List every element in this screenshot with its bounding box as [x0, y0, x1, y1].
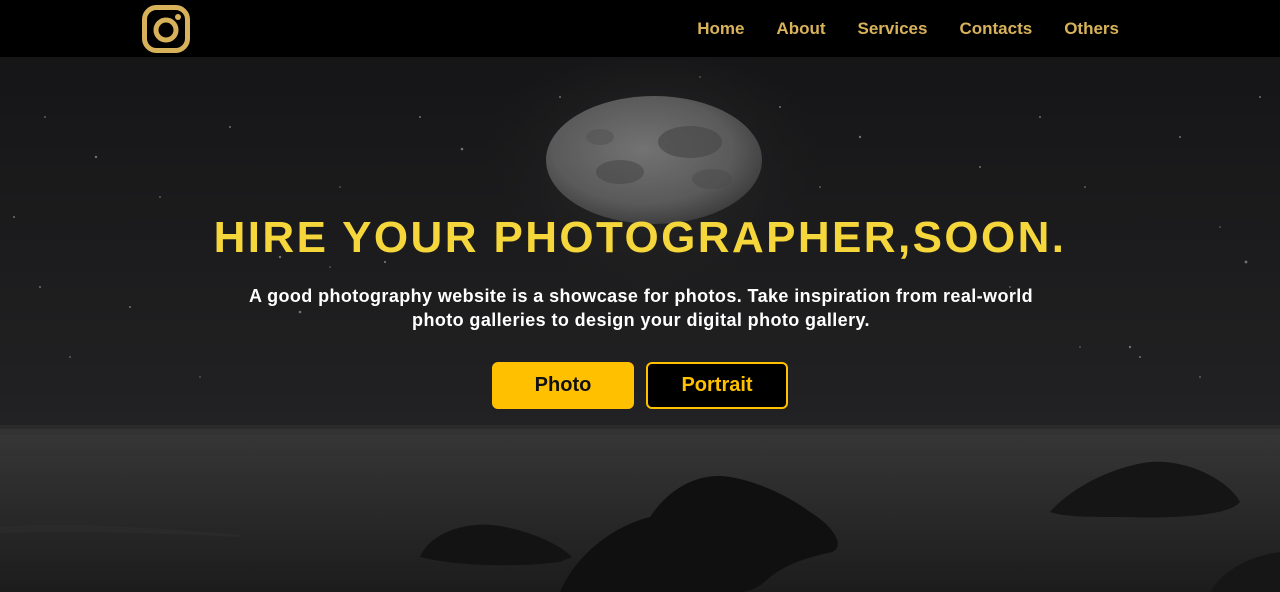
instagram-icon[interactable]: [142, 5, 190, 53]
hero-content: HIRE YOUR PHOTOGRAPHER,SOON. A good phot…: [0, 57, 1280, 592]
navbar: Home About Services Contacts Others: [0, 0, 1280, 57]
photo-button[interactable]: Photo: [492, 362, 634, 409]
nav-menu: Home About Services Contacts Others: [665, 0, 1119, 57]
hero-title: HIRE YOUR PHOTOGRAPHER,SOON.: [213, 213, 1067, 262]
nav-link-others[interactable]: Others: [1064, 19, 1119, 39]
hero-section: HIRE YOUR PHOTOGRAPHER,SOON. A good phot…: [0, 57, 1280, 592]
nav-link-contacts[interactable]: Contacts: [959, 19, 1032, 39]
nav-link-home[interactable]: Home: [697, 19, 744, 39]
hero-subtitle: A good photography website is a showcase…: [248, 286, 1034, 330]
portrait-button[interactable]: Portrait: [646, 362, 788, 409]
page: Home About Services Contacts Others HIRE…: [0, 0, 1280, 592]
nav-link-services[interactable]: Services: [858, 19, 928, 39]
nav-link-about[interactable]: About: [776, 19, 825, 39]
